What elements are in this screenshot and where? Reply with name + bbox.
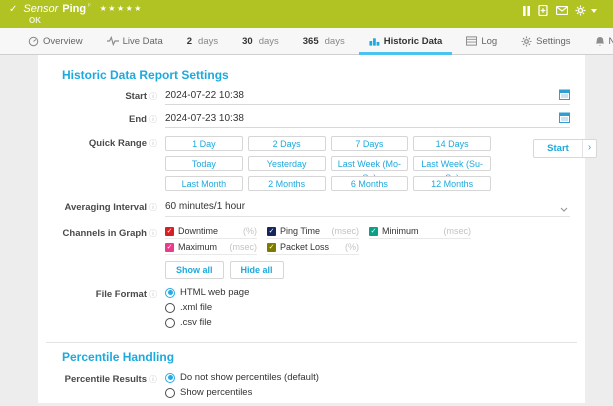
calendar-icon[interactable] bbox=[559, 89, 570, 103]
start-button-group: Start › bbox=[533, 139, 597, 158]
quick-range-last-week-su-sa[interactable]: Last Week (Su-Sa) bbox=[413, 156, 491, 171]
tab-live-data[interactable]: Live Data bbox=[95, 28, 175, 54]
page-content: Start › Historic Data Report Settings St… bbox=[0, 55, 613, 406]
chevron-down-icon bbox=[560, 204, 568, 215]
info-icon[interactable]: ⓘ bbox=[149, 290, 157, 299]
sensor-title: ✓ Sensor Ping ᴾ ★★★★★ bbox=[9, 3, 143, 15]
quick-range-yesterday[interactable]: Yesterday bbox=[248, 156, 326, 171]
file-format-label: File Format bbox=[96, 289, 147, 300]
channel-packet-loss[interactable]: ✓ Packet Loss (%) bbox=[267, 242, 359, 255]
quick-range-row: Quick Rangeⓘ 1 Day 2 Days 7 Days 14 Days… bbox=[38, 136, 585, 191]
priority-stars[interactable]: ★★★★★ bbox=[100, 4, 143, 13]
quick-range-6-months[interactable]: 6 Months bbox=[331, 176, 409, 191]
checkbox-checked-icon[interactable]: ✓ bbox=[165, 227, 174, 236]
file-format-option-html[interactable]: HTML web page bbox=[165, 287, 570, 298]
channels-row: Channels in Graphⓘ ✓ Downtime (%) ✓ Ping… bbox=[38, 226, 585, 279]
sensor-name: Ping bbox=[62, 3, 86, 15]
start-date-input[interactable]: 2024-07-22 10:38 bbox=[165, 89, 570, 105]
quick-range-14-days[interactable]: 14 Days bbox=[413, 136, 491, 151]
quick-range-2-months[interactable]: 2 Months bbox=[248, 176, 326, 191]
bar-chart-icon bbox=[369, 36, 380, 47]
log-icon bbox=[466, 36, 477, 46]
end-row: Endⓘ 2024-07-23 10:38 bbox=[38, 112, 585, 128]
checkbox-checked-icon[interactable]: ✓ bbox=[369, 227, 378, 236]
channel-ping-time[interactable]: ✓ Ping Time (msec) bbox=[267, 226, 359, 239]
checkbox-checked-icon[interactable]: ✓ bbox=[267, 227, 276, 236]
settings-card: Historic Data Report Settings Startⓘ 202… bbox=[38, 55, 585, 403]
email-icon[interactable] bbox=[556, 6, 568, 15]
status-badge: OK bbox=[29, 16, 41, 25]
averaging-interval-row: Averaging Intervalⓘ 60 minutes/1 hour bbox=[38, 200, 585, 217]
calendar-icon[interactable] bbox=[559, 112, 570, 126]
tab-365-days[interactable]: 365days bbox=[291, 28, 357, 54]
live-data-icon bbox=[107, 36, 119, 46]
start-row: Startⓘ 2024-07-22 10:38 bbox=[38, 89, 585, 105]
tab-notification-triggers[interactable]: Notification Triggers bbox=[583, 28, 613, 54]
quick-range-2-days[interactable]: 2 Days bbox=[248, 136, 326, 151]
averaging-interval-select[interactable]: 60 minutes/1 hour bbox=[165, 200, 570, 217]
sensor-title-prefix: Sensor bbox=[23, 3, 58, 15]
pause-icon[interactable] bbox=[522, 6, 531, 16]
quick-range-label: Quick Range bbox=[89, 138, 147, 149]
channel-minimum[interactable]: ✓ Minimum (msec) bbox=[369, 226, 471, 239]
tab-bar: Overview Live Data 2days 30days 365days … bbox=[0, 28, 613, 55]
quick-range-1-day[interactable]: 1 Day bbox=[165, 136, 243, 151]
percentile-section: Percentile Handling Percentile Resultsⓘ … bbox=[46, 342, 577, 402]
radio-icon[interactable] bbox=[165, 318, 175, 328]
start-button[interactable]: Start bbox=[534, 140, 583, 157]
radio-icon[interactable] bbox=[165, 388, 175, 398]
start-button-chevron-icon[interactable]: › bbox=[583, 140, 596, 157]
overview-icon bbox=[28, 36, 39, 47]
file-format-row: File Formatⓘ HTML web page .xml file .cs… bbox=[38, 287, 585, 332]
checkbox-checked-icon[interactable]: ✓ bbox=[165, 243, 174, 252]
radio-selected-icon[interactable] bbox=[165, 288, 175, 298]
checkbox-checked-icon[interactable]: ✓ bbox=[267, 243, 276, 252]
tab-settings[interactable]: Settings bbox=[509, 28, 582, 54]
info-icon[interactable]: ⓘ bbox=[149, 139, 157, 148]
channel-downtime[interactable]: ✓ Downtime (%) bbox=[165, 226, 257, 239]
section-title-percentile: Percentile Handling bbox=[62, 350, 577, 364]
info-icon[interactable]: ⓘ bbox=[149, 375, 157, 384]
end-date-input[interactable]: 2024-07-23 10:38 bbox=[165, 112, 570, 128]
end-label: End bbox=[129, 114, 147, 125]
show-all-button[interactable]: Show all bbox=[165, 261, 224, 279]
gear-icon[interactable] bbox=[575, 5, 586, 16]
info-icon[interactable]: ⓘ bbox=[149, 92, 157, 101]
chevron-down-icon[interactable] bbox=[591, 9, 597, 13]
percentile-results-label: Percentile Results bbox=[65, 374, 147, 385]
file-format-option-csv[interactable]: .csv file bbox=[165, 317, 570, 328]
percentile-option-none[interactable]: Do not show percentiles (default) bbox=[165, 372, 570, 383]
start-label: Start bbox=[125, 91, 147, 102]
quick-range-7-days[interactable]: 7 Days bbox=[331, 136, 409, 151]
info-icon[interactable]: ⓘ bbox=[149, 229, 157, 238]
sensor-flag-icon: ᴾ bbox=[88, 4, 91, 10]
channels-label: Channels in Graph bbox=[63, 228, 147, 239]
percentile-results-row: Percentile Resultsⓘ Do not show percenti… bbox=[46, 372, 577, 402]
channel-maximum[interactable]: ✓ Maximum (msec) bbox=[165, 242, 257, 255]
section-title-report-settings: Historic Data Report Settings bbox=[62, 68, 585, 82]
tab-overview[interactable]: Overview bbox=[16, 28, 95, 54]
hide-all-button[interactable]: Hide all bbox=[230, 261, 284, 279]
quick-range-last-week-mo-su[interactable]: Last Week (Mo-Su) bbox=[331, 156, 409, 171]
radio-selected-icon[interactable] bbox=[165, 373, 175, 383]
info-icon[interactable]: ⓘ bbox=[149, 115, 157, 124]
quick-range-today[interactable]: Today bbox=[165, 156, 243, 171]
file-format-option-xml[interactable]: .xml file bbox=[165, 302, 570, 313]
info-icon[interactable]: ⓘ bbox=[149, 203, 157, 212]
quick-range-last-month[interactable]: Last Month bbox=[165, 176, 243, 191]
percentile-option-show[interactable]: Show percentiles bbox=[165, 387, 570, 398]
gear-icon bbox=[521, 36, 532, 47]
sensor-header: ✓ Sensor Ping ᴾ ★★★★★ OK bbox=[0, 0, 613, 28]
quick-range-12-months[interactable]: 12 Months bbox=[413, 176, 491, 191]
status-check-icon: ✓ bbox=[9, 4, 17, 15]
averaging-interval-label: Averaging Interval bbox=[64, 202, 147, 213]
bell-icon bbox=[595, 36, 605, 47]
tab-2-days[interactable]: 2days bbox=[175, 28, 230, 54]
add-report-icon[interactable] bbox=[538, 5, 549, 16]
tab-log[interactable]: Log bbox=[454, 28, 509, 54]
radio-icon[interactable] bbox=[165, 303, 175, 313]
tab-historic-data[interactable]: Historic Data bbox=[357, 28, 455, 54]
tab-30-days[interactable]: 30days bbox=[230, 28, 291, 54]
